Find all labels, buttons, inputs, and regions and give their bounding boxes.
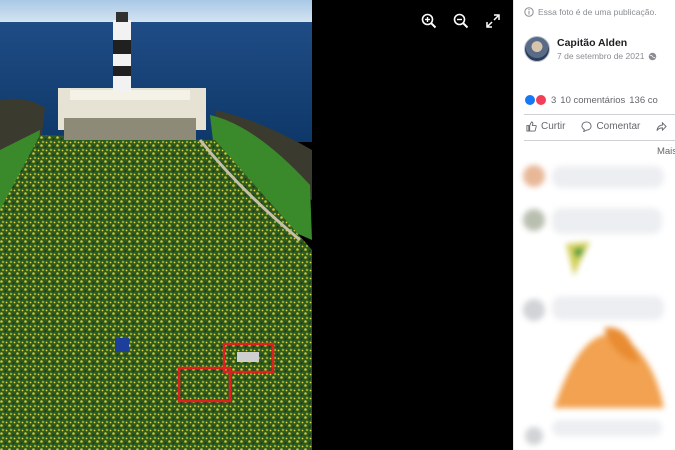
info-icon <box>524 7 534 17</box>
post-date-row: 7 de setembro de 2021 <box>557 51 657 61</box>
notice-text: Essa foto é de uma publicação. <box>538 7 657 17</box>
post-sidebar: Essa foto é de uma publicação. Capitão A… <box>513 0 675 450</box>
divider <box>524 140 675 141</box>
comment-icon <box>581 121 592 132</box>
share-count[interactable]: 136 co <box>629 95 658 106</box>
photo-notice: Essa foto é de uma publicação. <box>524 7 657 17</box>
like-label: Curtir <box>541 121 566 132</box>
zoom-in-icon[interactable] <box>420 12 438 30</box>
reaction-count: 3 <box>551 94 557 106</box>
share-icon <box>656 121 668 132</box>
viewer-toolbar <box>420 12 502 30</box>
author-name[interactable]: Capitão Alden <box>557 37 657 49</box>
blurred-comments <box>514 158 675 450</box>
post-actions: Curtir Comentar <box>526 121 671 132</box>
comment-label: Comentar <box>596 121 641 132</box>
post-photo[interactable] <box>0 0 312 450</box>
photo-viewer <box>0 0 513 450</box>
expand-icon[interactable] <box>484 12 502 30</box>
more-comments-link[interactable]: Mais <box>657 146 675 157</box>
avatar[interactable] <box>524 36 550 62</box>
share-button[interactable] <box>656 121 671 132</box>
zoom-out-icon[interactable] <box>452 12 470 30</box>
globe-icon <box>649 52 657 60</box>
post-author: Capitão Alden 7 de setembro de 2021 <box>524 36 657 62</box>
blurred-comment-thread <box>523 165 664 445</box>
comment-count[interactable]: 10 comentários <box>560 95 625 106</box>
post-date[interactable]: 7 de setembro de 2021 <box>557 51 644 61</box>
divider <box>524 114 675 115</box>
like-button[interactable]: Curtir <box>526 121 565 132</box>
comment-button[interactable]: Comentar <box>581 121 640 132</box>
thumbs-up-icon <box>526 121 537 132</box>
reactions-summary[interactable]: 3 10 comentários 136 co <box>524 94 658 106</box>
love-reaction-icon <box>535 94 547 106</box>
crowd-lighthouse-image <box>0 0 312 450</box>
